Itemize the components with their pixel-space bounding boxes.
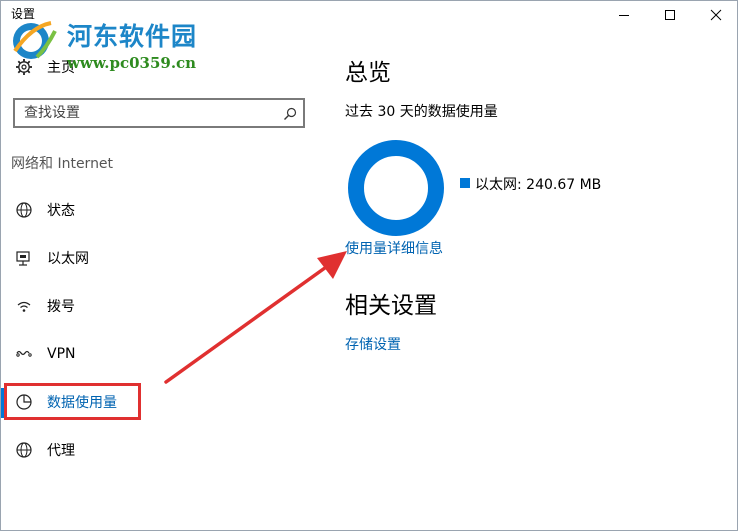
watermark-logo-icon — [13, 21, 57, 59]
usage-subtitle: 过去 30 天的数据使用量 — [345, 104, 498, 120]
sidebar-item-dialup[interactable]: 拨号 — [1, 288, 321, 324]
watermark-name: 河东软件园 — [67, 22, 198, 51]
annotation-highlight-box — [4, 383, 141, 420]
sidebar-item-label: VPN — [47, 346, 76, 362]
ethernet-legend-swatch — [460, 178, 470, 188]
page-title: 总览 — [345, 60, 391, 86]
settings-window: 设置 主页 查找设置 网络和 Internet 状态 以太网 拨号 VPN 数据… — [0, 0, 738, 531]
search-icon[interactable] — [283, 106, 297, 125]
sidebar-item-label: 代理 — [47, 443, 75, 459]
sidebar-item-proxy[interactable]: 代理 — [1, 432, 321, 468]
search-box[interactable] — [13, 98, 305, 128]
watermark: 河东软件园 www.pc0359.cn — [7, 11, 227, 72]
sidebar-item-ethernet[interactable]: 以太网 — [1, 240, 321, 276]
globe-status-icon — [14, 200, 34, 220]
sidebar-item-status[interactable]: 状态 — [1, 192, 321, 228]
sidebar-item-label: 以太网 — [47, 251, 89, 267]
usage-details-link[interactable]: 使用量详细信息 — [345, 238, 443, 258]
sidebar-section-label: 网络和 Internet — [11, 156, 114, 172]
ethernet-icon — [14, 248, 34, 268]
usage-donut-chart — [348, 140, 444, 236]
sidebar-item-label: 拨号 — [47, 299, 75, 315]
vpn-icon — [14, 344, 34, 364]
related-settings-title: 相关设置 — [345, 293, 437, 319]
storage-settings-link[interactable]: 存储设置 — [345, 334, 401, 354]
search-input[interactable] — [24, 104, 274, 122]
globe-icon — [14, 440, 34, 460]
watermark-url: www.pc0359.cn — [67, 54, 197, 72]
dialup-icon — [14, 296, 34, 316]
sidebar: 主页 网络和 Internet 状态 — [1, 1, 321, 530]
ethernet-usage-label: 以太网: 240.67 MB — [475, 177, 602, 193]
sidebar-item-label: 状态 — [47, 203, 75, 219]
sidebar-item-vpn[interactable]: VPN — [1, 336, 321, 372]
main-content: 总览 过去 30 天的数据使用量 以太网: 240.67 MB 使用量详细信息 … — [331, 1, 737, 530]
